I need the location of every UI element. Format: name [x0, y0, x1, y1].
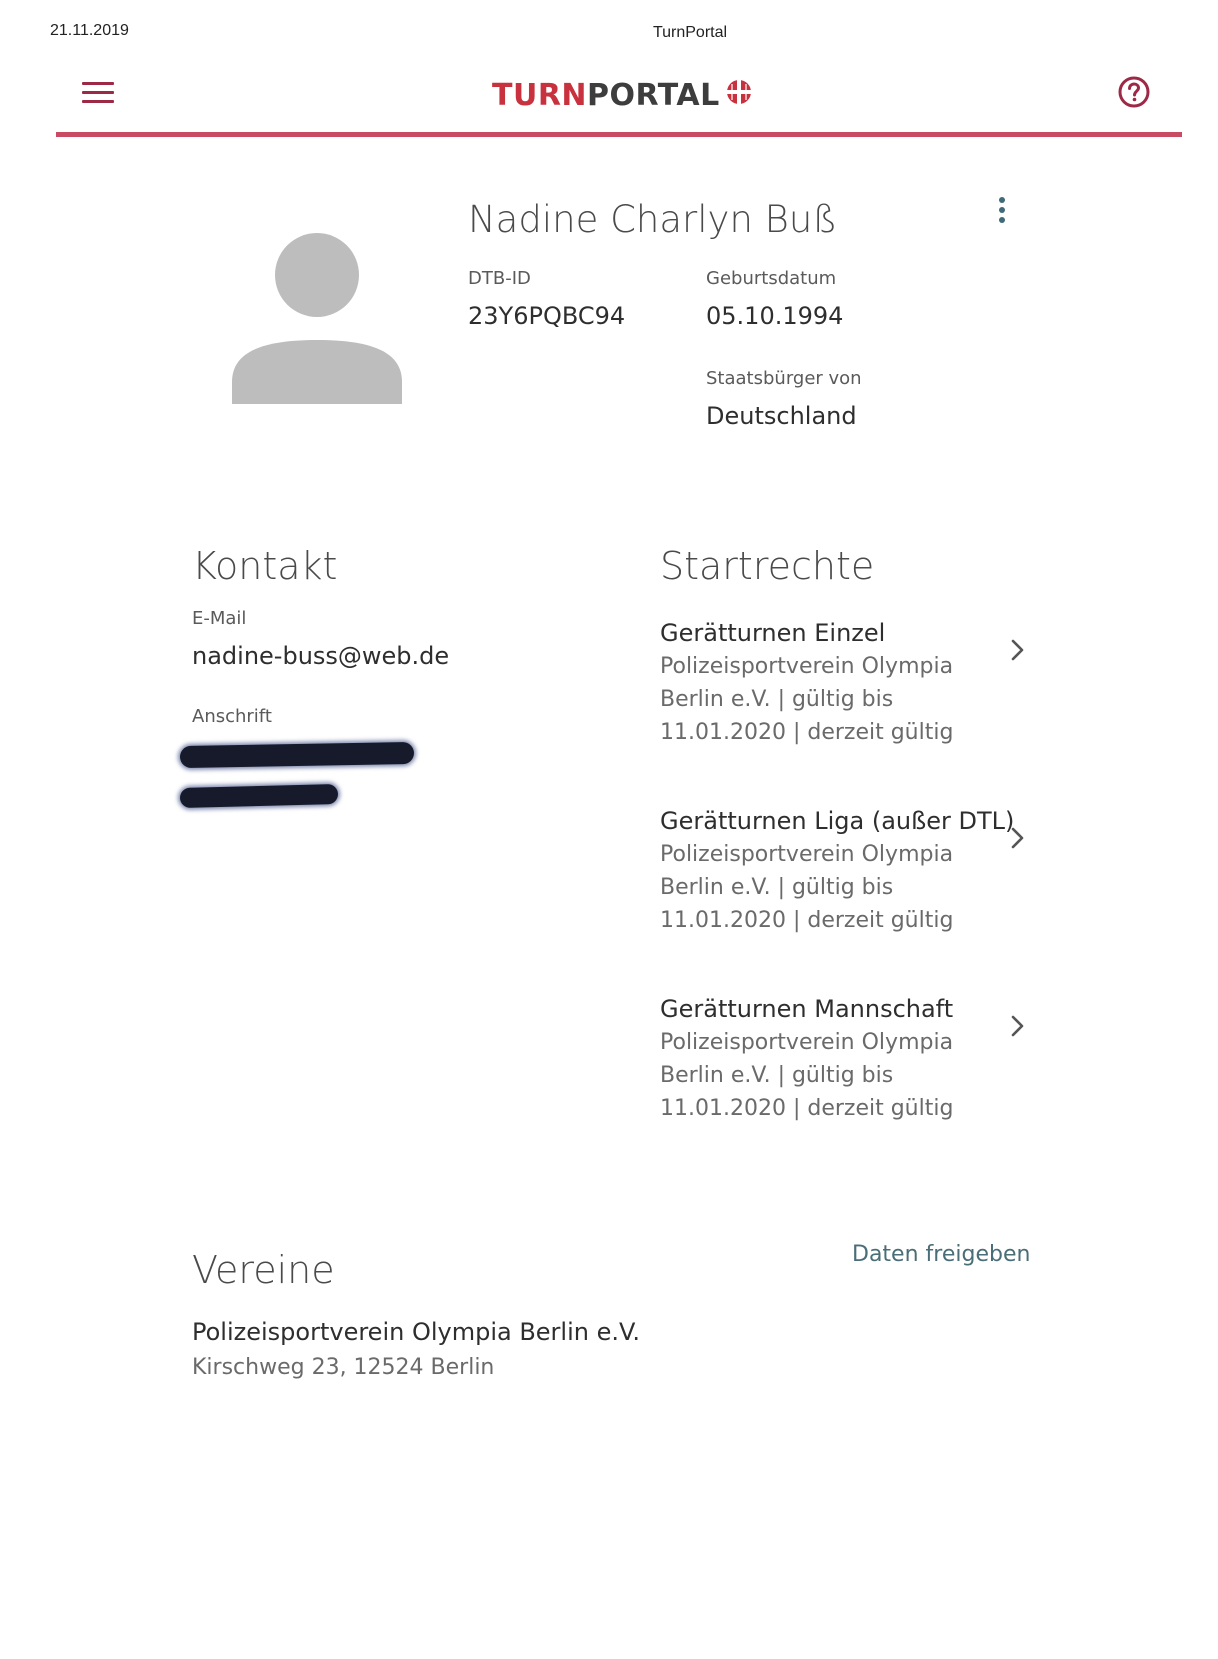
profile-name: Nadine Charlyn Buß: [468, 198, 838, 241]
address-redaction-line-1: [179, 741, 415, 769]
hamburger-menu-icon[interactable]: [82, 82, 114, 104]
startrechte-title: Startrechte: [660, 544, 875, 588]
appbar-divider: [56, 132, 1182, 137]
address-redaction-line-2: [179, 783, 339, 809]
email-value[interactable]: nadine-buss@web.de: [192, 642, 449, 670]
email-label: E-Mail: [192, 608, 247, 629]
dtb-emblem-icon: [726, 78, 752, 113]
startrecht-description: Polizeisportverein Olympia Berlin e.V. |…: [660, 654, 954, 745]
more-vert-icon[interactable]: [996, 196, 1008, 226]
dtb-id-label: DTB-ID: [468, 268, 531, 289]
startrecht-title: Gerätturnen Mannschaft: [660, 995, 954, 1023]
startrecht-title: Gerätturnen Einzel: [660, 619, 886, 647]
startrecht-description: Polizeisportverein Olympia Berlin e.V. |…: [660, 1030, 954, 1121]
help-circle-icon[interactable]: [1118, 76, 1150, 108]
citizenship-label: Staatsbürger von: [706, 368, 862, 389]
avatar-placeholder-icon: [232, 232, 402, 404]
startrecht-title: Gerätturnen Liga (außer DTL): [660, 807, 1015, 835]
startrecht-item[interactable]: Gerätturnen Einzel Polizeisportverein Ol…: [660, 618, 1040, 749]
dtb-id-value: 23Y6PQBC94: [468, 302, 626, 330]
logo-text-turn: TURN: [492, 78, 588, 113]
birthdate-value: 05.10.1994: [706, 302, 844, 330]
verein-name[interactable]: Polizeisportverein Olympia Berlin e.V.: [192, 1318, 640, 1346]
chevron-right-icon[interactable]: [1010, 1014, 1026, 1038]
chevron-right-icon[interactable]: [1010, 638, 1026, 662]
print-title: TurnPortal: [652, 24, 728, 41]
citizenship-value: Deutschland: [706, 402, 857, 430]
kontakt-title: Kontakt: [192, 544, 338, 588]
turnportal-logo[interactable]: TURN PORTAL: [492, 78, 752, 113]
startrecht-item[interactable]: Gerätturnen Liga (außer DTL) Polizeispor…: [660, 806, 1040, 937]
vereine-title: Vereine: [192, 1248, 335, 1292]
address-label: Anschrift: [192, 706, 272, 727]
startrecht-description: Polizeisportverein Olympia Berlin e.V. |…: [660, 842, 954, 933]
startrecht-item[interactable]: Gerätturnen Mannschaft Polizeisportverei…: [660, 994, 1040, 1125]
logo-text-portal: PORTAL: [587, 78, 720, 113]
birthdate-label: Geburtsdatum: [706, 268, 837, 289]
verein-address: Kirschweg 23, 12524 Berlin: [192, 1355, 495, 1380]
share-data-link[interactable]: Daten freigeben: [852, 1242, 1030, 1267]
chevron-right-icon[interactable]: [1010, 826, 1026, 850]
